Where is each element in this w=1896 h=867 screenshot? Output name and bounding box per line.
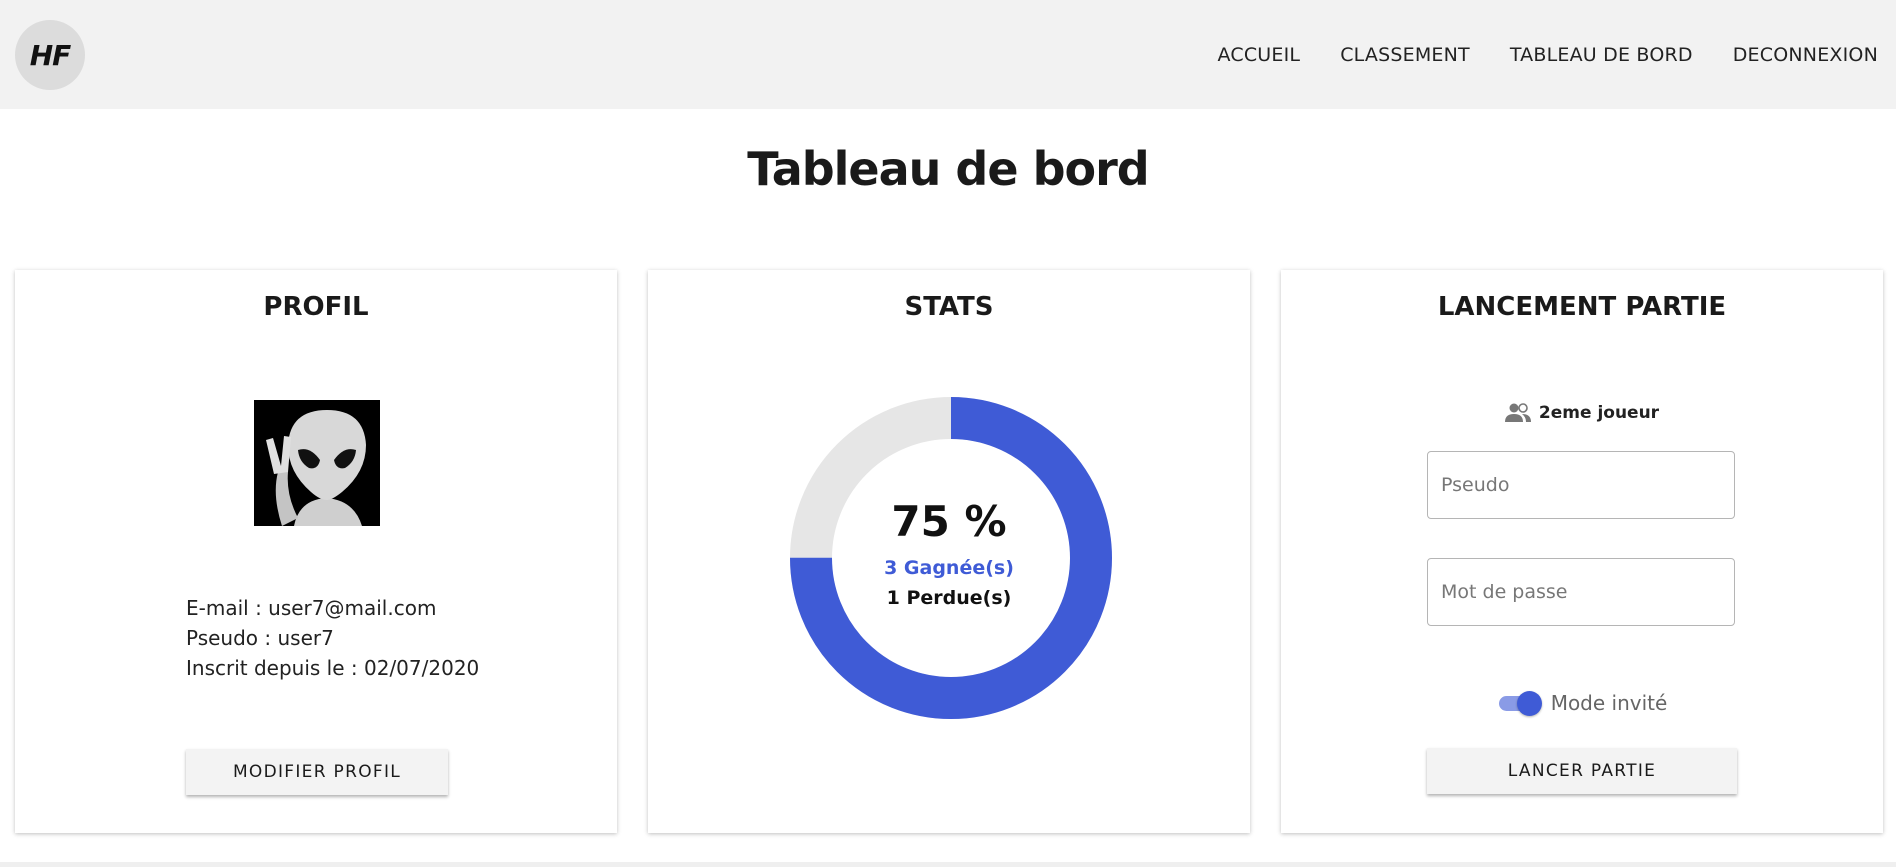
app-bar: HF ACCUEIL CLASSEMENT TABLEAU DE BORD DE…: [0, 0, 1896, 109]
bottom-divider: [0, 862, 1896, 867]
lancer-partie-button[interactable]: LANCER PARTIE: [1427, 748, 1737, 794]
nav-tableau-de-bord[interactable]: TABLEAU DE BORD: [1510, 44, 1693, 66]
second-player-label: 2eme joueur: [1281, 403, 1883, 423]
guest-mode-row: Mode invité: [1281, 690, 1883, 716]
profile-info: E-mail : user7@mail.com Pseudo : user7 I…: [186, 593, 479, 683]
pseudo-input[interactable]: [1428, 452, 1734, 518]
guest-mode-toggle[interactable]: [1497, 690, 1543, 716]
alien-peace-icon: [254, 400, 380, 526]
nav-classement[interactable]: CLASSEMENT: [1340, 44, 1470, 66]
password-field[interactable]: [1427, 558, 1735, 626]
main-nav: ACCUEIL CLASSEMENT TABLEAU DE BORD DECON…: [1178, 0, 1879, 109]
password-input[interactable]: [1428, 559, 1734, 625]
pseudo-field[interactable]: [1427, 451, 1735, 519]
profile-card: PROFIL E-mail : user7@mail.com Pseudo : …: [15, 270, 617, 833]
profile-email: E-mail : user7@mail.com: [186, 596, 437, 620]
logo[interactable]: HF: [15, 20, 85, 90]
page-title: Tableau de bord: [747, 142, 1149, 196]
nav-deconnexion[interactable]: DECONNEXION: [1733, 44, 1878, 66]
profile-pseudo: Pseudo : user7: [186, 626, 334, 650]
won-count: 3 Gagnée(s): [884, 557, 1014, 579]
guest-mode-label: Mode invité: [1550, 691, 1668, 715]
stats-card: STATS 75 % 3 Gagnée(s) 1 Perdue(s): [648, 270, 1250, 833]
second-player-text: 2eme joueur: [1538, 403, 1660, 423]
launch-card-title: LANCEMENT PARTIE: [1437, 292, 1727, 322]
people-icon: [1504, 403, 1531, 422]
nav-accueil[interactable]: ACCUEIL: [1218, 44, 1301, 66]
win-percentage: 75 %: [891, 497, 1007, 546]
launch-game-card: LANCEMENT PARTIE 2eme joueur Mode invité…: [1281, 270, 1883, 833]
profile-card-title: PROFIL: [263, 292, 369, 322]
lost-count: 1 Perdue(s): [886, 587, 1012, 609]
toggle-thumb: [1516, 691, 1542, 716]
stats-card-title: STATS: [904, 292, 994, 322]
modifier-profil-button[interactable]: MODIFIER PROFIL: [186, 749, 448, 795]
profile-inscrit: Inscrit depuis le : 02/07/2020: [186, 656, 480, 680]
